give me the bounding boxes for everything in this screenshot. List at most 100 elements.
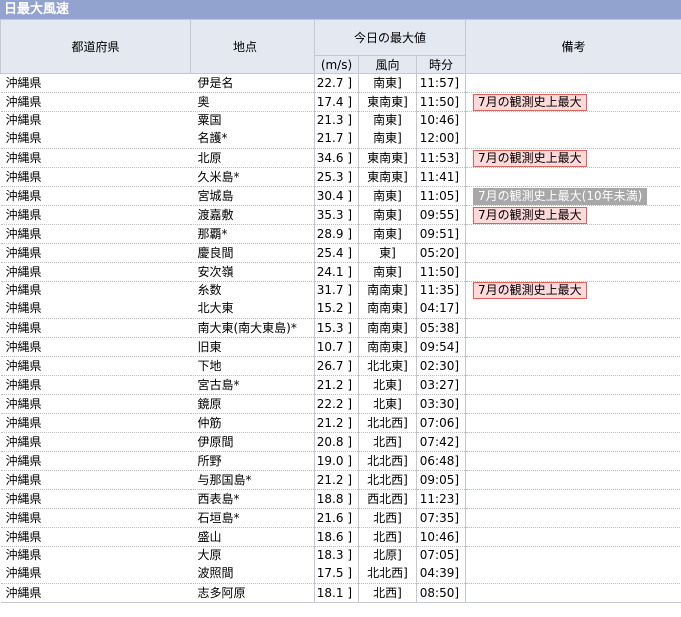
note-cell — [465, 527, 681, 547]
speed-cell: 25.3 ] — [314, 167, 359, 187]
speed-cell: 25.4 ] — [314, 243, 359, 263]
location-cell: 慶良間 — [190, 243, 315, 263]
table-body: 沖縄県 伊是名 22.7 ] 南東] 11:57] 沖縄県奥 17.4 ] 東南東] 11:50… — [0, 73, 681, 603]
speed-cell: 18.8 ] — [314, 489, 359, 509]
prefecture-cell: 沖縄県 — [0, 186, 191, 206]
table-row: 沖縄県 大原 18.3 ] 北原] 07:05] — [1, 546, 681, 565]
location-cell: 那覇* — [190, 224, 315, 244]
speed-cell: 19.0 ] — [314, 451, 359, 471]
prefecture-cell: 沖縄県 — [5, 548, 42, 563]
direction-cell: 南南東] — [358, 299, 417, 319]
speed-cell: 18.6 ] — [314, 527, 359, 547]
speed-cell: 21.2 ] — [314, 470, 359, 490]
header-today-max: 今日の最大値 — [313, 19, 467, 56]
time-cell: 07:06] — [415, 413, 466, 433]
time-cell: 08:50] — [415, 583, 466, 603]
prefecture-cell: 沖縄県 — [0, 451, 191, 471]
direction-cell: 北東] — [358, 394, 417, 414]
table-row: 沖縄県 波照間 17.5 ] 北北西] 04:39] — [0, 564, 681, 584]
note-cell — [465, 73, 681, 93]
speed-cell: 21.2 ] — [314, 413, 359, 433]
time-cell: 03:30] — [415, 394, 466, 414]
direction-cell: 南南東] — [358, 337, 417, 357]
time-cell: 09:05] — [415, 470, 466, 490]
prefecture-cell: 沖縄県 — [0, 243, 191, 263]
note-cell — [465, 129, 681, 149]
prefecture-cell: 沖縄県 — [0, 299, 191, 319]
note-cell — [465, 224, 681, 244]
note-cell — [465, 111, 681, 130]
speed-cell: 20.8 ] — [314, 432, 359, 452]
direction-cell: 南東] — [358, 111, 417, 130]
table-row: 沖縄県 北原 34.6 ] 東南東] 11:53] 7月の観測史上最大 — [0, 148, 681, 168]
prefecture-cell: 沖縄県 — [0, 394, 191, 414]
speed-cell: 21.7 ] — [314, 129, 359, 149]
time-cell: 05:20] — [415, 243, 466, 263]
location-cell: 下地 — [190, 356, 315, 376]
direction-cell: 南東] — [358, 73, 417, 93]
speed-cell: 17.5 ] — [314, 564, 359, 584]
speed-cell: 10.7 ] — [314, 337, 359, 357]
prefecture-cell: 沖縄県 — [0, 375, 191, 395]
direction-cell: 北北西] — [358, 564, 417, 584]
note-cell — [465, 318, 681, 338]
table-row: 沖縄県 鏡原 22.2 ] 北東] 03:30] — [0, 394, 681, 414]
location-cell: 所野 — [190, 451, 315, 471]
record-badge: 7月の観測史上最大 — [473, 149, 587, 167]
note-cell — [465, 508, 681, 528]
time-cell: 12:00] — [415, 129, 466, 149]
table-row: 沖縄県 伊是名 22.7 ] 南東] 11:57] — [0, 73, 681, 93]
note-cell — [465, 337, 681, 357]
prefecture-cell: 沖縄県 — [5, 113, 42, 128]
wind-table: 都道府県 地点 今日の最大値 備考 (m/s) 風向 時分 沖縄県 伊是名 22.7… — [0, 19, 681, 603]
time-cell: 11:50] — [415, 262, 466, 282]
prefecture-cell: 沖縄県 — [0, 564, 191, 584]
speed-cell: 28.9 ] — [314, 224, 359, 244]
prefecture-cell: 沖縄県 — [0, 73, 191, 93]
speed-cell: 26.7 ] — [314, 356, 359, 376]
time-cell: 11:50] — [415, 92, 466, 112]
location-cell: 奥 — [190, 92, 315, 112]
table-row: 沖縄県 与那国島* 21.2 ] 北北西] 09:05] — [0, 470, 681, 490]
table-row: 沖縄県 仲筋 21.2 ] 北北西] 07:06] — [0, 413, 681, 433]
header-note: 備考 — [465, 19, 681, 74]
speed-cell: 21.2 ] — [314, 375, 359, 395]
speed-cell: 15.2 ] — [314, 299, 359, 319]
location-cell: 志多阿原 — [190, 583, 315, 603]
direction-cell: 北北西] — [358, 451, 417, 471]
time-cell: 04:17] — [415, 299, 466, 319]
speed-cell: 21.6 ] — [314, 508, 359, 528]
header-time: 時分 — [415, 55, 467, 74]
table-row: 沖縄県 盛山 18.6 ] 北西] 10:46] — [0, 527, 681, 547]
location-cell: 伊是名 — [190, 73, 315, 93]
prefecture-cell: 沖縄県 — [5, 283, 42, 298]
note-cell — [465, 243, 681, 263]
note-cell — [465, 470, 681, 490]
note-cell — [465, 432, 681, 452]
prefecture-cell: 沖縄県 — [0, 432, 191, 452]
time-cell: 05:38] — [415, 318, 466, 338]
prefecture-cell: 沖縄県 — [0, 92, 191, 112]
prefecture-cell: 沖縄県 — [0, 337, 191, 357]
direction-cell: 西北西] — [358, 489, 417, 509]
note-cell: 7月の観測史上最大 — [465, 148, 681, 168]
direction-cell: 南東] — [358, 224, 417, 244]
speed-cell: 18.3 ] — [314, 546, 359, 565]
table-row: 沖縄県 慶良間 25.4 ] 東] 05:20] — [0, 243, 681, 263]
direction-cell: 北原] — [358, 546, 417, 565]
note-cell — [465, 451, 681, 471]
table-row: 沖縄県 宮古島* 21.2 ] 北東] 03:27] — [0, 375, 681, 395]
location-cell: 北原 — [190, 148, 315, 168]
direction-cell: 東] — [358, 243, 417, 263]
prefecture-cell: 沖縄県 — [0, 470, 191, 490]
speed-cell: 35.3 ] — [314, 205, 359, 225]
prefecture-cell: 沖縄県 — [0, 205, 191, 225]
location-cell: 名護* — [190, 129, 315, 149]
header-loc: 地点 — [190, 19, 315, 74]
direction-cell: 北西] — [358, 432, 417, 452]
note-cell — [465, 375, 681, 395]
location-cell: 北大東 — [190, 299, 315, 319]
direction-cell: 南東] — [358, 129, 417, 149]
prefecture-cell: 沖縄県 — [0, 489, 191, 509]
direction-cell: 北東] — [358, 375, 417, 395]
